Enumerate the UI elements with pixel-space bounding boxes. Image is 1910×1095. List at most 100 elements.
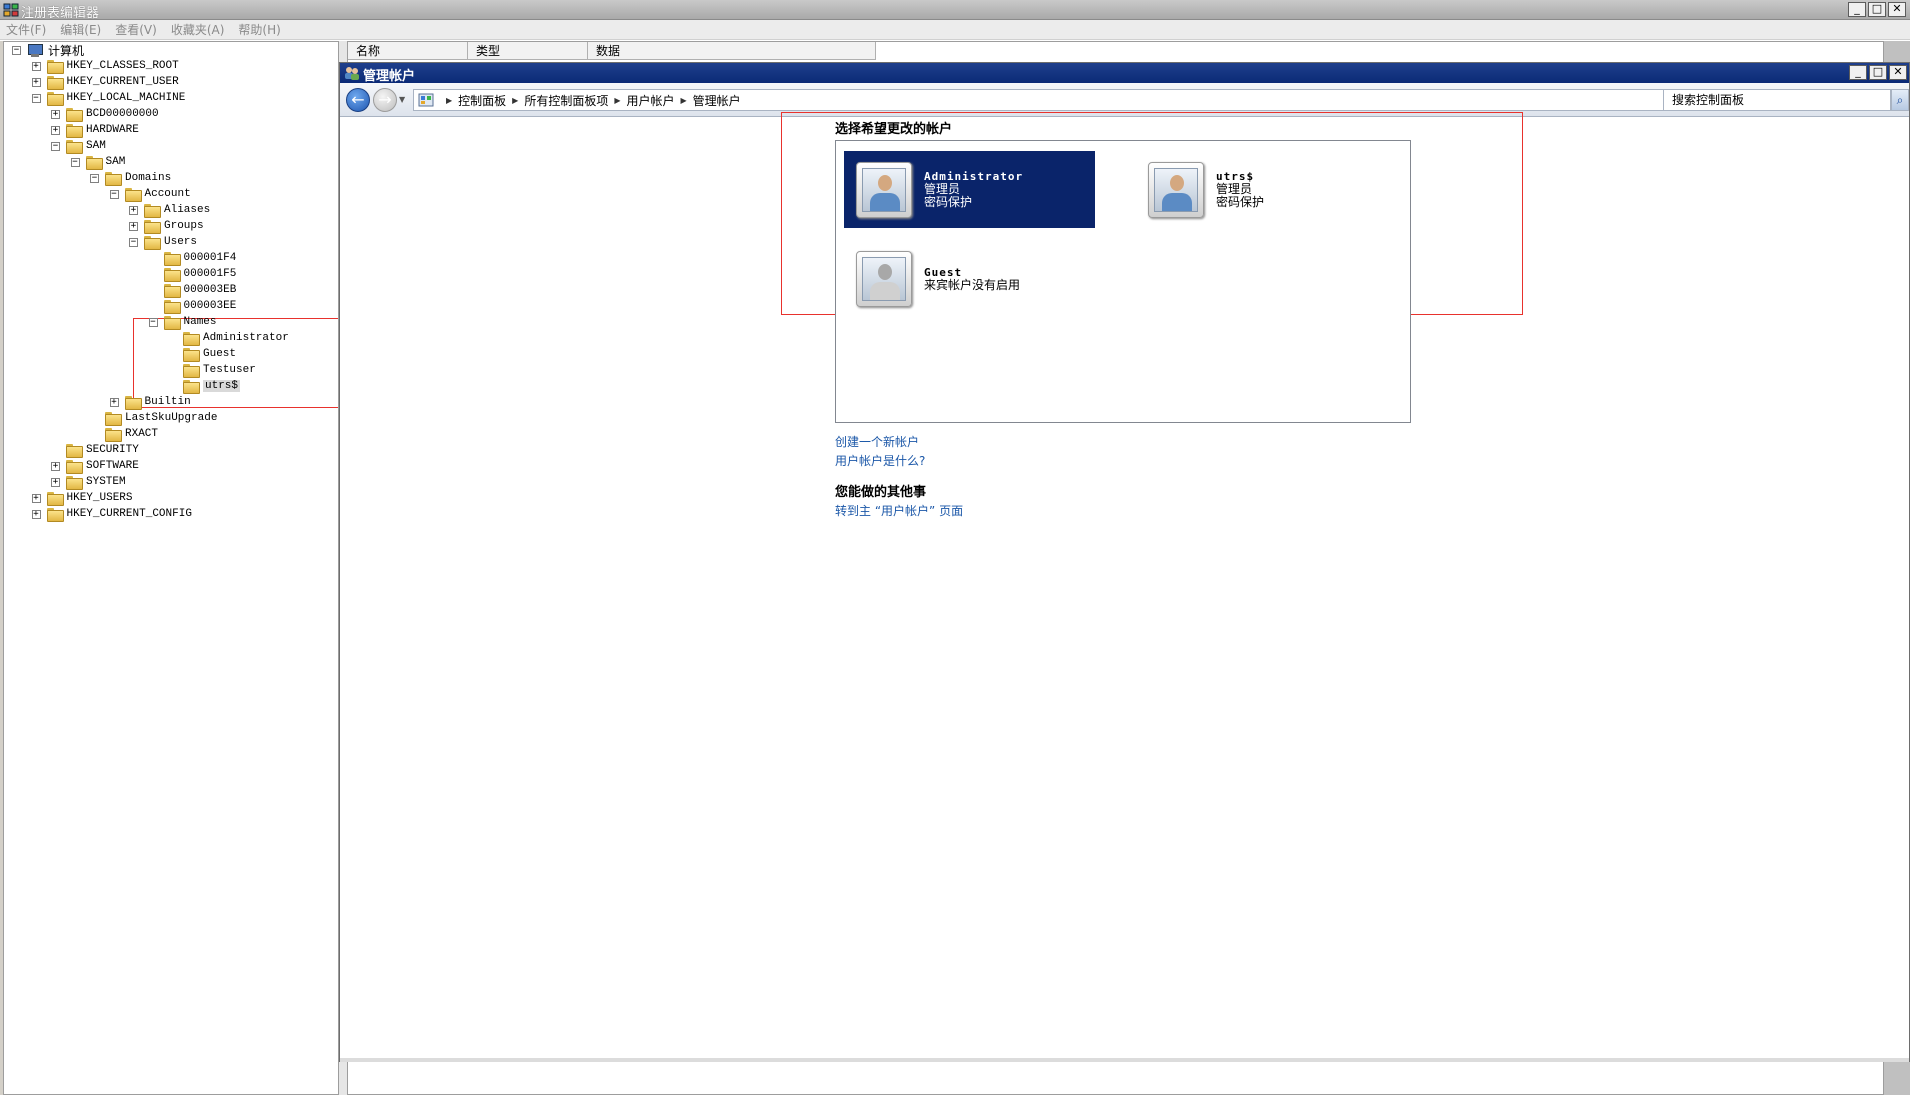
menu-help[interactable]: 帮助(H) (238, 21, 280, 38)
forward-arrow-icon[interactable]: → (373, 88, 397, 112)
tree-node-label[interactable]: 000001F4 (184, 252, 237, 264)
tree-node-label[interactable]: SAM (86, 140, 106, 152)
tree-node[interactable]: − Domains (90, 170, 171, 186)
what-is-account-link[interactable]: 用户帐户是什么? (835, 452, 925, 469)
tree-node[interactable]: + SYSTEM (51, 474, 126, 490)
expand-icon[interactable]: + (109, 397, 119, 407)
tree-node[interactable]: + HARDWARE (51, 122, 139, 138)
menu-file[interactable]: 文件(F) (6, 21, 46, 38)
tree-node-label[interactable]: Users (164, 236, 197, 248)
tree-node[interactable]: + BCD00000000 (51, 106, 159, 122)
collapse-icon[interactable]: − (51, 141, 60, 151)
tree-node-label[interactable]: Domains (125, 172, 171, 184)
account-utrs[interactable]: utrs$ 管理员 密码保护 (1136, 151, 1387, 228)
column-type[interactable]: 类型 (468, 42, 588, 60)
tree-node[interactable]: + HKEY_CURRENT_USER (31, 74, 179, 90)
collapse-icon[interactable]: − (70, 157, 80, 167)
tree-node[interactable]: − HKEY_LOCAL_MACHINE (31, 90, 186, 106)
minimize-button[interactable]: _ (1848, 2, 1866, 17)
crumb-manage-accounts[interactable]: 管理帐户 (693, 92, 741, 109)
close-button[interactable]: ✕ (1888, 2, 1906, 17)
tree-node[interactable]: + HKEY_USERS (31, 490, 133, 506)
menu-view[interactable]: 查看(V) (115, 21, 157, 38)
expand-icon[interactable]: + (129, 205, 138, 215)
tree-node-label[interactable]: SOFTWARE (86, 460, 139, 472)
menu-favorites[interactable]: 收藏夹(A) (171, 21, 225, 38)
tree-node-label[interactable]: HKEY_CURRENT_CONFIG (67, 508, 192, 520)
tree-node[interactable]: RXACT (90, 426, 158, 442)
cp-maximize-button[interactable]: □ (1869, 65, 1887, 80)
registry-tree[interactable]: − 计算机 + HKEY_CLASSES_ROOT + HKEY_CURRENT_USER… (3, 41, 339, 1095)
crumb-all-items[interactable]: 所有控制面板项 (524, 92, 608, 109)
tree-node-label[interactable]: Aliases (164, 204, 210, 216)
expand-icon[interactable]: + (31, 61, 41, 71)
tree-node-label[interactable]: LastSkuUpgrade (125, 412, 217, 424)
collapse-icon[interactable]: − (90, 173, 99, 183)
create-account-link[interactable]: 创建一个新帐户 (835, 433, 919, 450)
collapse-icon[interactable]: − (129, 237, 138, 247)
tree-node-label[interactable]: HKEY_CURRENT_USER (67, 76, 179, 88)
expand-icon[interactable]: + (129, 221, 138, 231)
tree-node[interactable]: + HKEY_CURRENT_CONFIG (31, 506, 192, 522)
tree-node-label[interactable]: HKEY_USERS (67, 492, 133, 504)
tree-node-label[interactable]: 000003EE (184, 300, 237, 312)
tree-node-label[interactable]: 000003EB (184, 284, 237, 296)
tree-node[interactable]: − Names (148, 314, 217, 330)
maximize-button[interactable]: □ (1868, 2, 1886, 17)
tree-node-label[interactable]: Names (184, 316, 217, 328)
expand-icon[interactable]: + (31, 493, 41, 503)
tree-node-label[interactable]: 计算机 (48, 42, 84, 59)
tree-node[interactable]: 000003EB (149, 282, 237, 298)
collapse-icon[interactable]: − (148, 317, 158, 327)
breadcrumb[interactable]: ▶ 控制面板 ▶ 所有控制面板项 ▶ 用户帐户 ▶ 管理帐户 ▼ ⟳ (413, 89, 1728, 111)
tree-node-label[interactable]: BCD00000000 (86, 108, 159, 120)
expand-icon[interactable]: + (51, 477, 60, 487)
tree-node-label[interactable]: Account (145, 188, 191, 200)
tree-node-label[interactable]: SECURITY (86, 444, 139, 456)
collapse-icon[interactable]: − (31, 93, 41, 103)
collapse-icon[interactable]: − (109, 189, 119, 199)
tree-node[interactable]: + Groups (129, 218, 204, 234)
account-guest[interactable]: Guest 来宾帐户没有启用 (844, 244, 1095, 314)
crumb-chevron-icon[interactable]: ▶ (614, 96, 620, 105)
tree-node-label[interactable]: 000001F5 (184, 268, 237, 280)
expand-icon[interactable]: + (51, 109, 60, 119)
expand-icon[interactable]: + (51, 461, 60, 471)
tree-node[interactable]: + SOFTWARE (51, 458, 139, 474)
tree-node-label[interactable]: utrs$ (203, 380, 241, 392)
tree-node[interactable]: 000003EE (149, 298, 237, 314)
search-icon[interactable]: ⌕ (1891, 89, 1909, 111)
tree-node[interactable]: − 计算机 (12, 42, 84, 58)
column-name[interactable]: 名称 (348, 42, 468, 60)
back-arrow-icon[interactable]: ← (346, 88, 370, 112)
tree-node[interactable]: Administrator (168, 330, 289, 346)
collapse-icon[interactable]: − (12, 45, 21, 55)
tree-node[interactable]: − Users (129, 234, 197, 250)
crumb-control-panel[interactable]: 控制面板 (458, 92, 506, 109)
tree-node-label[interactable]: Groups (164, 220, 204, 232)
crumb-chevron-icon[interactable]: ▶ (446, 96, 452, 105)
tree-node[interactable]: Testuser (168, 362, 256, 378)
cp-close-button[interactable]: ✕ (1889, 65, 1907, 80)
tree-node[interactable]: Guest (168, 346, 236, 362)
tree-node-label[interactable]: SYSTEM (86, 476, 126, 488)
tree-node[interactable]: + HKEY_CLASSES_ROOT (31, 58, 179, 74)
tree-node[interactable]: LastSkuUpgrade (90, 410, 217, 426)
tree-node[interactable]: + Builtin (109, 394, 191, 410)
expand-icon[interactable]: + (31, 509, 41, 519)
search-input[interactable]: 搜索控制面板 (1663, 89, 1891, 111)
tree-node[interactable]: utrs$ (168, 378, 241, 394)
expand-icon[interactable]: + (31, 77, 41, 87)
tree-node-label[interactable]: HKEY_LOCAL_MACHINE (67, 92, 186, 104)
crumb-user-accounts[interactable]: 用户帐户 (627, 92, 675, 109)
cp-minimize-button[interactable]: _ (1849, 65, 1867, 80)
tree-node[interactable]: + Aliases (129, 202, 210, 218)
tree-node-label[interactable]: Testuser (203, 364, 256, 376)
tree-node[interactable]: SECURITY (51, 442, 139, 458)
menu-edit[interactable]: 编辑(E) (60, 21, 101, 38)
go-main-user-accounts-link[interactable]: 转到主 “用户帐户” 页面 (835, 502, 963, 519)
tree-node[interactable]: − SAM (70, 154, 125, 170)
expand-icon[interactable]: + (51, 125, 60, 135)
tree-node-label[interactable]: Builtin (145, 396, 191, 408)
history-dropdown-icon[interactable]: ▼ (399, 95, 405, 104)
